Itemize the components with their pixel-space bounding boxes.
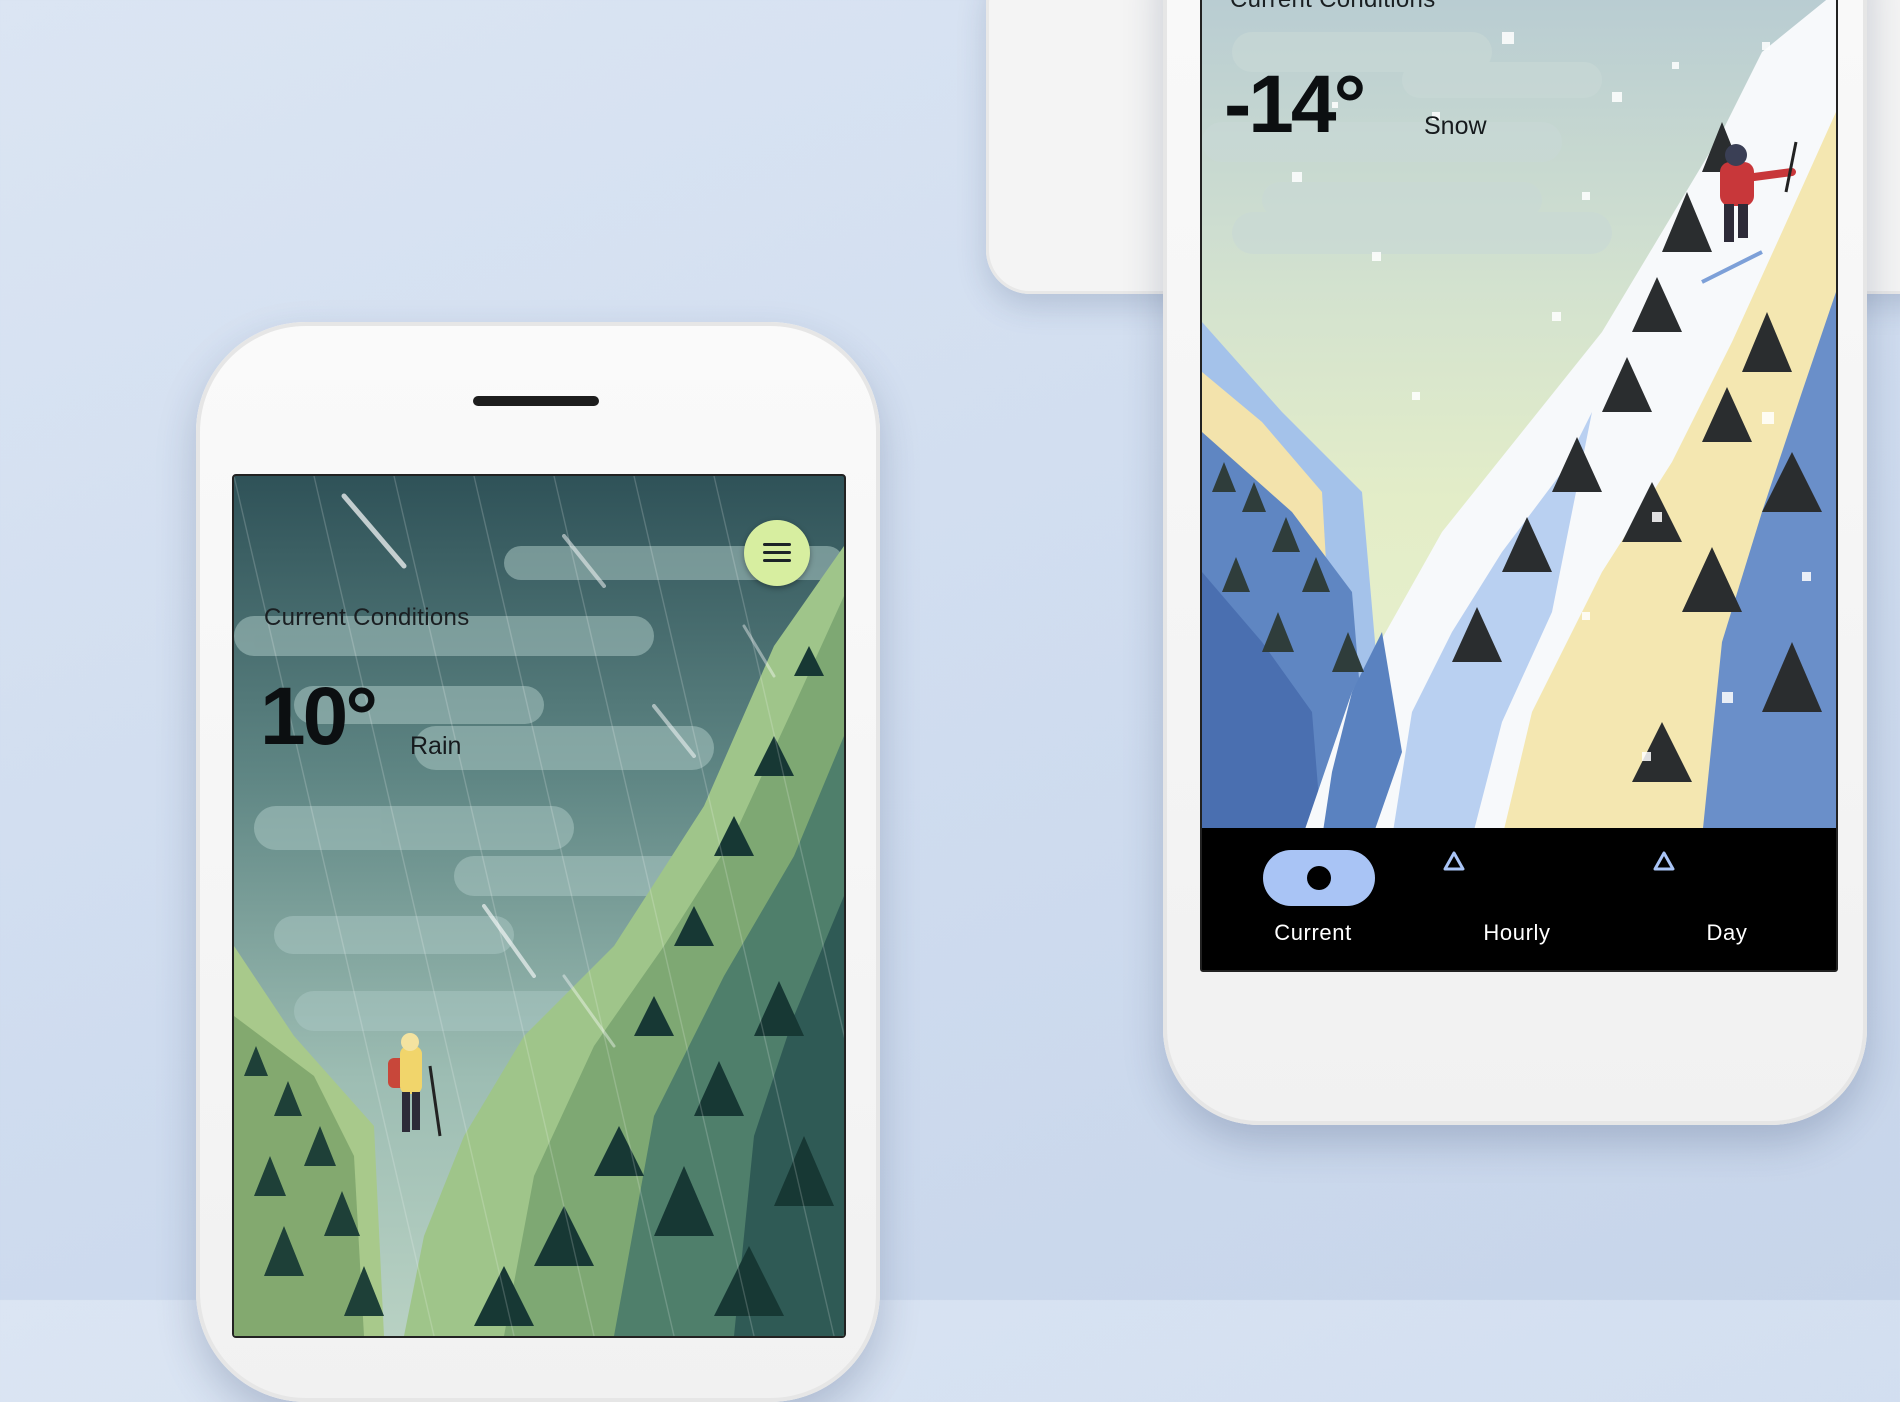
temperature-value: -14°	[1224, 59, 1366, 150]
phone-speaker	[473, 396, 599, 406]
left-phone-screen: Current Conditions 10° Rain	[232, 474, 846, 1338]
filled-circle-icon	[1307, 866, 1331, 890]
right-phone-screen: Current Conditions -14° Snow Current Hou…	[1200, 0, 1838, 972]
nav-label-hourly: Hourly	[1483, 920, 1551, 945]
menu-button[interactable]	[744, 520, 810, 586]
weather-condition: Rain	[410, 732, 462, 760]
nav-label-day: Day	[1706, 920, 1748, 945]
bottom-navigation: Current Hourly Day	[1202, 828, 1836, 970]
weather-condition: Snow	[1424, 112, 1487, 140]
triangle-outline-icon	[1653, 851, 1675, 871]
nav-item-day[interactable]: Day	[1652, 850, 1802, 950]
nav-label-current: Current	[1274, 920, 1352, 945]
current-conditions-label: Current Conditions	[264, 604, 470, 631]
triangle-outline-icon	[1443, 851, 1465, 871]
nav-item-hourly[interactable]: Hourly	[1442, 850, 1592, 950]
temperature-value: 10°	[260, 671, 378, 762]
current-conditions-label: Current Conditions	[1230, 0, 1436, 14]
nav-item-current[interactable]: Current	[1232, 850, 1382, 950]
hamburger-menu-icon	[763, 543, 791, 563]
